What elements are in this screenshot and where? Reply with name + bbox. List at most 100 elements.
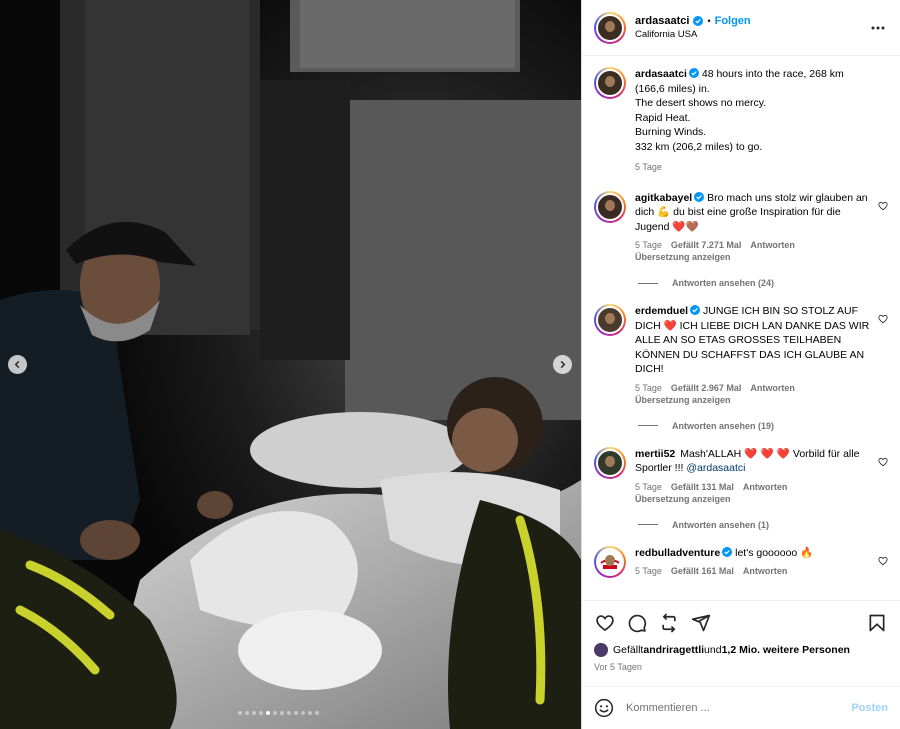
comment: redbulladventure let's goooooo 🔥 5 Tage … xyxy=(594,545,888,578)
comment-like-icon[interactable] xyxy=(878,457,888,467)
comment-likes[interactable]: Gefällt 131 Mal xyxy=(671,481,734,493)
comment-timestamp[interactable]: 5 Tage xyxy=(635,481,662,493)
chevron-right-icon xyxy=(560,360,566,369)
comment-composer: Posten xyxy=(582,686,900,729)
caption-username[interactable]: ardasaatci xyxy=(635,68,687,80)
post-dialog: ardasaatci • Folgen California USA ardas… xyxy=(0,0,900,729)
view-replies-button[interactable]: Antworten ansehen (24) xyxy=(638,278,888,288)
view-replies-label: Antworten ansehen (24) xyxy=(672,278,775,288)
carousel-dot xyxy=(287,711,291,715)
author-username[interactable]: ardasaatci xyxy=(635,15,689,27)
view-replies-button[interactable]: Antworten ansehen (1) xyxy=(638,520,888,530)
reply-button[interactable]: Antworten xyxy=(743,481,788,493)
translate-button[interactable]: Übersetzung anzeigen xyxy=(635,493,872,506)
post-media[interactable] xyxy=(0,0,581,729)
comment-like-icon[interactable] xyxy=(878,314,888,324)
carousel-dot xyxy=(301,711,305,715)
header-separator: • xyxy=(707,16,711,26)
mention-link[interactable]: @ardasaatci xyxy=(686,462,745,474)
view-replies-button[interactable]: Antworten ansehen (19) xyxy=(638,421,888,431)
liker-username[interactable]: andriragettli xyxy=(643,644,704,656)
post-timestamp[interactable]: Vor 5 Tagen xyxy=(594,662,888,672)
comment-timestamp[interactable]: 5 Tage xyxy=(635,565,662,577)
verified-badge-icon xyxy=(688,68,699,78)
likes-prefix: Gefällt xyxy=(613,644,644,656)
carousel-dot xyxy=(252,711,256,715)
carousel-dot xyxy=(315,711,319,715)
red-bull-logo xyxy=(600,554,620,569)
caption-author-avatar[interactable] xyxy=(594,67,626,99)
comment: erdemduel JUNGE ICH BIN SO STOLZ AUF DIC… xyxy=(594,304,888,407)
comment-text: let's goooooo xyxy=(735,546,801,559)
translate-button[interactable]: Übersetzung anzeigen xyxy=(635,394,872,407)
carousel-dot xyxy=(238,711,242,715)
commenter-avatar[interactable] xyxy=(594,545,626,578)
translate-button[interactable]: Übersetzung anzeigen xyxy=(635,251,872,264)
post-comment-button[interactable]: Posten xyxy=(851,702,888,714)
caption-line: The desert shows no mercy. xyxy=(635,97,767,109)
view-replies-label: Antworten ansehen (1) xyxy=(672,519,770,530)
comment-like-icon[interactable] xyxy=(878,201,888,211)
view-replies-label: Antworten ansehen (19) xyxy=(672,420,775,431)
caption: ardasaatci 48 hours into the race, 268 k… xyxy=(594,67,888,175)
caption-timestamp[interactable]: 5 Tage xyxy=(635,160,872,175)
comment-likes[interactable]: Gefällt 2.967 Mal xyxy=(671,382,742,394)
more-options-button[interactable] xyxy=(868,18,888,38)
comment-icon xyxy=(628,614,647,633)
comment-likes[interactable]: Gefällt 161 Mal xyxy=(671,565,734,577)
comment-timestamp[interactable]: 5 Tage xyxy=(635,382,662,394)
reply-button[interactable]: Antworten xyxy=(750,239,795,251)
commenter-avatar[interactable] xyxy=(594,190,626,223)
caption-line: 332 km (206,2 miles) to go. xyxy=(635,140,763,153)
post-header: ardasaatci • Folgen California USA xyxy=(582,0,900,56)
repost-button[interactable] xyxy=(658,612,680,634)
commenter-username[interactable]: erdemduel xyxy=(635,305,688,317)
comment: agitkabayel Bro mach uns stolz wir glaub… xyxy=(594,190,888,265)
likes-mid: und xyxy=(704,644,722,656)
comment-input[interactable] xyxy=(626,702,852,714)
carousel-dot xyxy=(259,711,263,715)
likes-summary[interactable]: Gefällt andriragettli und 1,2 Mio. weite… xyxy=(594,643,888,657)
commenter-username[interactable]: redbulladventure xyxy=(635,547,720,559)
reply-button[interactable]: Antworten xyxy=(743,565,788,577)
commenter-avatar[interactable] xyxy=(594,304,626,336)
caption-line: Rapid Heat. xyxy=(635,111,691,124)
comment: mertii52 Mash'ALLAH ❤️ ❤️ ❤️ Vorbild für… xyxy=(594,446,888,506)
comment-likes[interactable]: Gefällt 7.271 Mal xyxy=(671,239,742,251)
likes-count[interactable]: 1,2 Mio. weitere Personen xyxy=(722,644,850,656)
carousel-next-button[interactable] xyxy=(553,355,572,374)
author-avatar[interactable] xyxy=(594,11,626,44)
carousel-dot xyxy=(245,711,249,715)
carousel-dot xyxy=(280,711,284,715)
share-button[interactable] xyxy=(690,612,712,634)
carousel-prev-button[interactable] xyxy=(8,355,27,374)
comment-text: Mash'ALLAH xyxy=(680,447,745,460)
like-button[interactable] xyxy=(594,612,616,634)
reply-button[interactable]: Antworten xyxy=(750,382,795,394)
comment-like-icon[interactable] xyxy=(878,556,888,566)
verified-badge-icon xyxy=(690,305,701,315)
post-location[interactable]: California USA xyxy=(635,29,868,40)
emoji-smiley-icon[interactable] xyxy=(594,698,614,718)
post-side-panel: ardasaatci • Folgen California USA ardas… xyxy=(581,0,900,729)
comments-list[interactable]: ardasaatci 48 hours into the race, 268 k… xyxy=(582,57,900,600)
hearts-emoji: ❤️🤎 xyxy=(672,220,699,233)
carousel-dot xyxy=(273,711,277,715)
flexed-biceps-emoji: 💪 xyxy=(657,206,671,218)
verified-badge-icon xyxy=(693,16,704,26)
share-icon xyxy=(691,614,711,632)
comment-timestamp[interactable]: 5 Tage xyxy=(635,239,662,251)
photo-hospital-bed-scene xyxy=(0,0,581,729)
carousel-dot xyxy=(308,711,312,715)
commenter-username[interactable]: agitkabayel xyxy=(635,192,692,204)
follow-button[interactable]: Folgen xyxy=(715,15,751,27)
comment-button[interactable] xyxy=(626,612,648,634)
commenter-avatar[interactable] xyxy=(594,446,626,479)
save-button[interactable] xyxy=(866,612,888,634)
heart-icon xyxy=(596,615,614,632)
post-actions: Gefällt andriragettli und 1,2 Mio. weite… xyxy=(582,600,900,672)
commenter-username[interactable]: mertii52 xyxy=(635,448,675,460)
carousel-indicator xyxy=(238,711,319,715)
repost-icon xyxy=(662,613,676,633)
fire-emoji: 🔥 xyxy=(800,546,814,559)
